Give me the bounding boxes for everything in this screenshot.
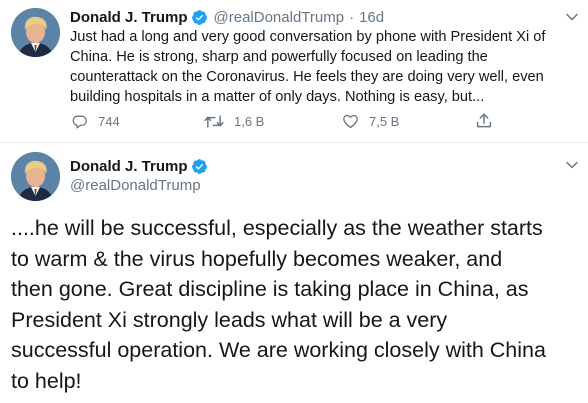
reply-icon	[72, 115, 87, 129]
reply-button[interactable]: 744	[71, 113, 120, 130]
tweet1-text: Just had a long and very good conversati…	[70, 27, 580, 107]
time-separator: ·	[349, 8, 355, 26]
tweet-text-line: to help!	[11, 368, 82, 393]
verified-badge-icon	[191, 158, 208, 175]
tweet-text-line: ....he will be successful, especially as…	[11, 216, 543, 240]
tweet-divider	[0, 142, 588, 143]
author-name[interactable]: Donald J. Trump	[70, 9, 188, 26]
tweet-text-line: building hospitals in a matter of only d…	[70, 89, 485, 105]
like-count: 7,5 B	[369, 114, 400, 129]
tweet-text-line: then gone. Great discipline is taking pl…	[11, 277, 529, 301]
tweet2-header: Donald J. Trump	[70, 156, 208, 176]
share-button[interactable]	[475, 112, 503, 130]
avatar[interactable]	[11, 8, 60, 57]
like-button[interactable]: 7,5 B	[342, 113, 399, 130]
tweet-text-line: China. He is strong, sharp and powerfull…	[70, 49, 488, 65]
heart-icon	[343, 114, 358, 129]
verified-badge-icon	[191, 9, 208, 26]
author-handle[interactable]: @realDonaldTrump	[214, 9, 345, 26]
tweet-timestamp[interactable]: 16d	[359, 9, 384, 26]
chevron-down-icon[interactable]	[565, 158, 579, 177]
share-icon	[476, 113, 492, 128]
tweet-text-line: to warm & the virus hopefully becomes we…	[11, 246, 503, 271]
retweet-button[interactable]: 1,6 B	[204, 113, 264, 130]
tweet-text-line: successful operation. We are working clo…	[11, 338, 546, 362]
tweet-text-line: counterattack on the Coronavirus. He fee…	[70, 69, 544, 85]
author-handle[interactable]: @realDonaldTrump	[70, 177, 201, 194]
reply-count: 744	[98, 114, 120, 129]
tweet-text-line: President Xi strongly leads what will be…	[11, 307, 448, 332]
tweet2-text: ....he will be successful, especially as…	[11, 213, 581, 396]
tweet-text-line: Just had a long and very good conversati…	[70, 29, 546, 45]
tweet1-header: Donald J. Trump @realDonaldTrump · 16d	[70, 7, 384, 27]
retweet-icon	[204, 115, 224, 128]
avatar[interactable]	[11, 152, 60, 201]
retweet-count: 1,6 B	[234, 114, 265, 129]
author-name[interactable]: Donald J. Trump	[70, 158, 188, 175]
